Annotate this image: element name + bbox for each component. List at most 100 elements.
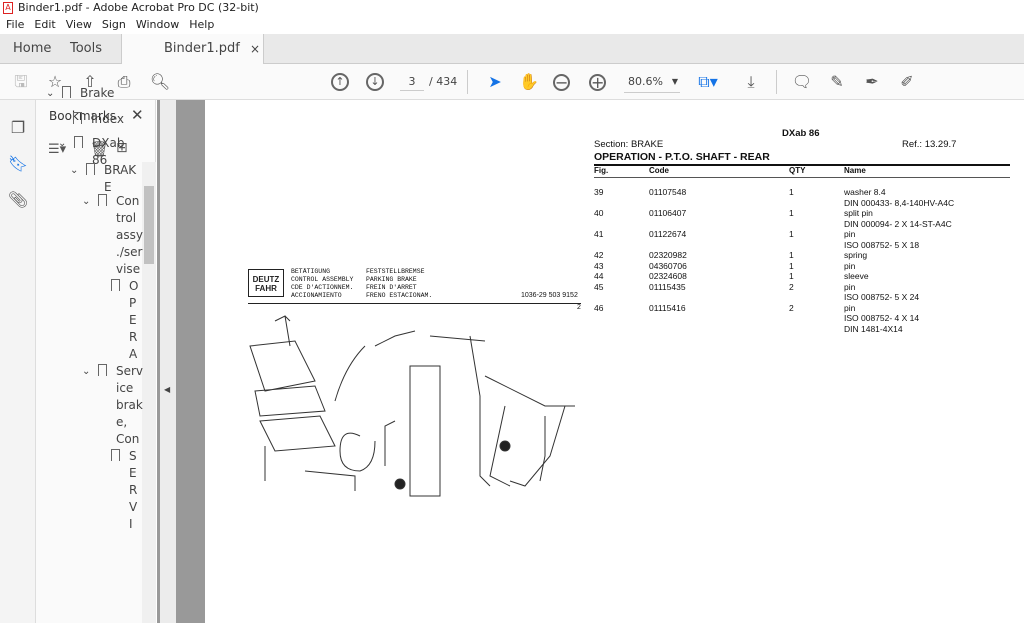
bookmark-icon bbox=[98, 194, 107, 206]
diagram-number: 1036-29 503 9152 bbox=[521, 292, 578, 299]
bookmark-label: Index bbox=[91, 112, 125, 126]
bookmarks-icon[interactable]: 🔖︎ bbox=[7, 154, 29, 174]
cell-name: washer 8.4 bbox=[844, 187, 886, 197]
page-number-input[interactable]: 3 bbox=[400, 73, 424, 91]
model-name: DXab 86 bbox=[782, 128, 820, 139]
cell-name: pin bbox=[844, 302, 856, 313]
bookmark-icon bbox=[62, 86, 71, 98]
scroll-mode-icon[interactable]: ⤓ bbox=[740, 72, 762, 92]
deutz-fahr-logo: DEUTZ FAHR bbox=[248, 269, 284, 297]
label: BETÄTIGUNG bbox=[291, 268, 331, 275]
bookmark-label: ./ser bbox=[116, 245, 143, 259]
chevron-down-icon[interactable]: ⌄ bbox=[58, 136, 66, 151]
collapse-arrow-icon[interactable]: ◀ bbox=[164, 385, 170, 394]
chevron-down-icon[interactable]: ⌄ bbox=[46, 86, 54, 101]
bookmarks-panel: Bookmarks ✕ ☰▾ 🗑︎ ⊞ ⌄ Brake Index ⌄ DXab 86 ⌄… bbox=[36, 86, 156, 623]
cell-name: pin bbox=[844, 281, 856, 292]
bookmark-label: O bbox=[129, 279, 139, 293]
tab-document[interactable]: Binder1.pdf × bbox=[121, 34, 264, 65]
menu-help[interactable]: Help bbox=[189, 18, 214, 31]
search-icon[interactable]: 🔍︎ bbox=[149, 72, 171, 92]
zoom-value: 80.6% bbox=[628, 75, 663, 88]
zoom-in-icon[interactable]: + bbox=[589, 74, 606, 91]
cell-name: sleeve bbox=[844, 271, 869, 281]
title-bar: A Binder1.pdf - Adobe Acrobat Pro DC (32… bbox=[0, 0, 1024, 16]
cell-qty: 1 bbox=[789, 250, 794, 260]
header-rule bbox=[594, 177, 1010, 178]
bookmark-label: Serv bbox=[116, 364, 144, 378]
scrollbar-thumb[interactable] bbox=[144, 186, 154, 264]
menu-bar: File Edit View Sign Window Help bbox=[0, 16, 1024, 34]
zoom-out-icon[interactable]: − bbox=[553, 74, 570, 91]
cell-qty: 1 bbox=[789, 187, 794, 197]
bookmark-label: trol bbox=[116, 211, 137, 225]
cell-name: DIN 000433- 8,4-140HV-A4C bbox=[844, 197, 955, 208]
diagram-rule bbox=[248, 303, 581, 304]
cell-name: DIN 1481-4X14 bbox=[844, 323, 903, 334]
cell-code: 04360706 bbox=[649, 260, 687, 271]
diagram-labels-1: BETÄTIGUNG CONTROL ASSEMBLY CDE D'ACTIONNE… bbox=[291, 268, 353, 300]
select-cursor-icon[interactable]: ➤ bbox=[484, 72, 506, 92]
bookmark-label: P bbox=[129, 296, 137, 310]
chevron-down-icon[interactable]: ⌄ bbox=[82, 364, 90, 379]
bookmark-label: Con bbox=[116, 194, 140, 208]
highlight-pen-icon[interactable]: ✎ bbox=[826, 72, 848, 92]
chevron-down-icon[interactable]: ⌄ bbox=[82, 194, 90, 209]
cell-code: 02320982 bbox=[649, 250, 687, 260]
comment-icon[interactable]: 🗨︎ bbox=[791, 72, 813, 92]
save-icon[interactable]: 🖫 bbox=[10, 72, 32, 92]
tab-tools[interactable]: Tools bbox=[70, 34, 102, 64]
menu-file[interactable]: File bbox=[6, 18, 24, 31]
left-rail: ❐ 🔖︎ 📎︎ bbox=[0, 100, 36, 623]
cell-code: 01122674 bbox=[649, 229, 687, 239]
edit-pdf-icon[interactable]: ✐ bbox=[896, 72, 918, 92]
toolbar: 🖫 ☆ ⇧ ⎙ 🔍︎ ↑ ↓ 3 / 434 ➤ ✋ − + 80.6% ▼ ⧉▾… bbox=[0, 64, 1024, 100]
previous-page-icon[interactable]: ↑ bbox=[331, 73, 349, 91]
section-label: Section: BRAKE bbox=[594, 139, 664, 150]
tab-bar: Home Tools Binder1.pdf × bbox=[0, 34, 1024, 65]
bookmark-label: SERVI bbox=[129, 449, 138, 531]
cell-code: 02324608 bbox=[649, 271, 687, 281]
tab-home[interactable]: Home bbox=[13, 34, 51, 64]
sign-pen-icon[interactable]: ✒ bbox=[861, 72, 883, 92]
bookmark-icon bbox=[74, 136, 83, 148]
menu-sign[interactable]: Sign bbox=[102, 18, 126, 31]
close-panel-icon[interactable]: ✕ bbox=[131, 106, 144, 124]
cell-name: ISO 008752- 5 X 18 bbox=[844, 239, 920, 250]
ref-label: Ref.: 13.29.7 bbox=[902, 139, 957, 150]
cell-name: ISO 008752- 4 X 14 bbox=[844, 313, 920, 323]
bookmark-label: e, bbox=[116, 415, 128, 429]
cell-name: ISO 008752- 5 X 24 bbox=[844, 292, 920, 302]
zoom-dropdown[interactable]: 80.6% ▼ bbox=[624, 73, 680, 93]
cell-fig: 44 bbox=[594, 271, 604, 281]
menu-window[interactable]: Window bbox=[136, 18, 179, 31]
cell-fig: 41 bbox=[594, 229, 604, 239]
close-tab-icon[interactable]: × bbox=[250, 34, 260, 64]
menu-edit[interactable]: Edit bbox=[34, 18, 55, 31]
pages-icon[interactable]: ❐ bbox=[7, 118, 29, 138]
bookmark-label: brak bbox=[116, 398, 143, 412]
bookmark-label: A bbox=[129, 347, 138, 361]
print-icon[interactable]: ⎙ bbox=[113, 72, 135, 92]
bookmarks-scrollbar[interactable] bbox=[142, 162, 156, 623]
cell-qty: 1 bbox=[789, 208, 794, 218]
bookmark-icon bbox=[111, 279, 120, 291]
panel-collapse-handle[interactable]: ◀ bbox=[160, 100, 176, 623]
exploded-parts-diagram bbox=[249, 315, 575, 497]
cell-fig: 43 bbox=[594, 260, 604, 271]
cell-name: spring bbox=[844, 250, 868, 260]
chevron-down-icon: ▼ bbox=[671, 77, 678, 86]
bookmark-icon bbox=[86, 163, 95, 175]
attachment-icon[interactable]: 📎︎ bbox=[7, 190, 29, 210]
hand-tool-icon[interactable]: ✋ bbox=[518, 72, 540, 92]
next-page-icon[interactable]: ↓ bbox=[366, 73, 384, 91]
menu-view[interactable]: View bbox=[66, 18, 92, 31]
label: FRENO ESTACIONAM. bbox=[366, 292, 433, 299]
bookmark-label: Brake bbox=[80, 86, 115, 100]
fit-page-icon[interactable]: ⧉▾ bbox=[697, 72, 719, 92]
label: FREIN D'ARRET bbox=[366, 284, 417, 291]
chevron-down-icon[interactable]: ⌄ bbox=[70, 163, 78, 178]
col-fig: Fig. bbox=[594, 166, 609, 175]
cell-code: 01115435 bbox=[649, 281, 686, 292]
page-total: / 434 bbox=[429, 75, 458, 88]
